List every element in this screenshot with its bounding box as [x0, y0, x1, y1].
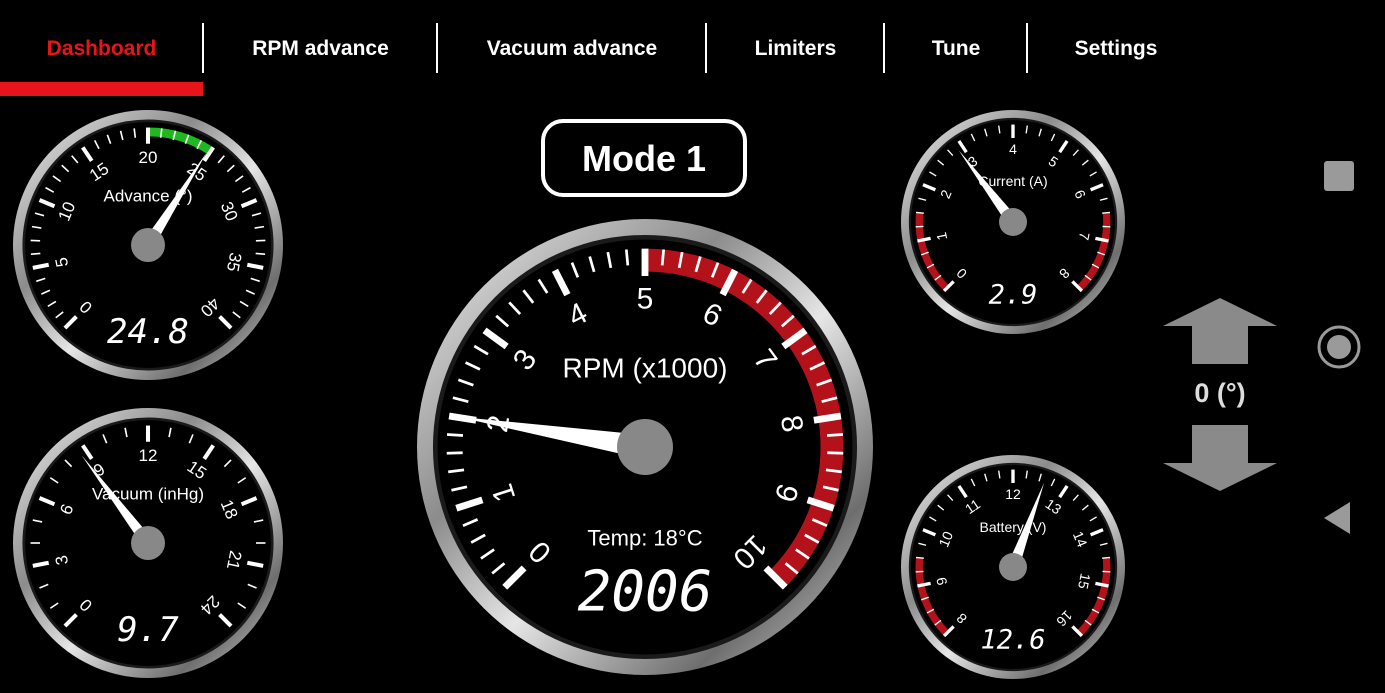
- vacuum-tick-label: 21: [223, 549, 245, 571]
- battery-tick-label: 15: [1075, 572, 1094, 591]
- rpm-minor-tick: [446, 433, 464, 437]
- rpm-tick-label: 5: [637, 282, 654, 315]
- advance-needle-hub: [131, 228, 165, 262]
- advance-offset-value: 0 (°): [1194, 378, 1246, 408]
- active-tab-indicator: [0, 82, 203, 96]
- rpm-minor-tick: [446, 451, 463, 455]
- battery-title: Battery (V): [980, 519, 1047, 535]
- advance-tick-label: 20: [139, 148, 158, 167]
- battery-gauge: 8910111213141516Battery (V)12.6: [901, 455, 1125, 679]
- advance-minor-tick: [159, 128, 163, 138]
- tab-limiters[interactable]: Limiters: [707, 22, 884, 74]
- vacuum-tick-label: 12: [139, 446, 158, 465]
- advance-minor-tick: [30, 252, 41, 256]
- tab-dashboard[interactable]: Dashboard: [0, 22, 203, 74]
- arrow-up-icon[interactable]: [1163, 298, 1277, 364]
- current-minor-tick: [915, 211, 924, 214]
- rpm-minor-tick: [826, 433, 844, 437]
- rpm-title: RPM (x1000): [563, 353, 728, 384]
- battery-minor-tick: [915, 556, 924, 559]
- current-tick-label: 4: [1009, 141, 1017, 157]
- rpm-gauge: 012345678910RPM (x1000)Temp: 18°C2006: [417, 219, 873, 675]
- circle-icon[interactable]: [1316, 324, 1362, 370]
- battery-readout: 12.6: [980, 625, 1045, 656]
- tab-settings[interactable]: Settings: [1028, 22, 1204, 74]
- tab-tune[interactable]: Tune: [885, 22, 1027, 74]
- rpm-minor-tick: [827, 451, 844, 455]
- triangle-back-icon[interactable]: [1322, 501, 1354, 535]
- advance-readout: 24.8: [107, 312, 189, 352]
- current-gauge: 012345678Current (A)2.9: [901, 110, 1125, 334]
- current-minor-tick: [1102, 211, 1111, 214]
- tab-bar: Dashboard RPM advance Vacuum advance Lim…: [0, 0, 1200, 100]
- vacuum-readout: 9.7: [117, 610, 179, 650]
- advance-minor-tick: [133, 128, 137, 138]
- tab-rpm-advance[interactable]: RPM advance: [204, 22, 437, 74]
- square-icon[interactable]: [1323, 160, 1355, 192]
- current-readout: 2.9: [989, 280, 1038, 311]
- mode-button[interactable]: Mode 1: [541, 119, 747, 197]
- battery-needle-hub: [999, 553, 1027, 581]
- vacuum-needle-hub: [131, 526, 165, 560]
- advance-gauge: 0510152025303540Advance (°)24.8: [13, 110, 283, 380]
- advance-tick-label: 35: [223, 251, 245, 273]
- advance-minor-tick: [255, 252, 266, 256]
- current-needle-hub: [999, 208, 1027, 236]
- battery-minor-tick: [1102, 556, 1111, 559]
- rpm-temp-label: Temp: 18°C: [587, 526, 702, 551]
- rpm-minor-tick: [624, 249, 630, 266]
- tab-vacuum-advance[interactable]: Vacuum advance: [438, 22, 706, 74]
- rpm-readout: 2006: [578, 560, 713, 625]
- rpm-needle-hub: [617, 419, 673, 475]
- rpm-minor-tick: [660, 249, 666, 266]
- arrow-down-icon[interactable]: [1163, 425, 1277, 491]
- battery-tick-label: 12: [1005, 486, 1021, 502]
- vacuum-gauge: 03691215182124Vacuum (inHg)9.7: [13, 408, 283, 678]
- rpm-major-tick: [813, 412, 842, 424]
